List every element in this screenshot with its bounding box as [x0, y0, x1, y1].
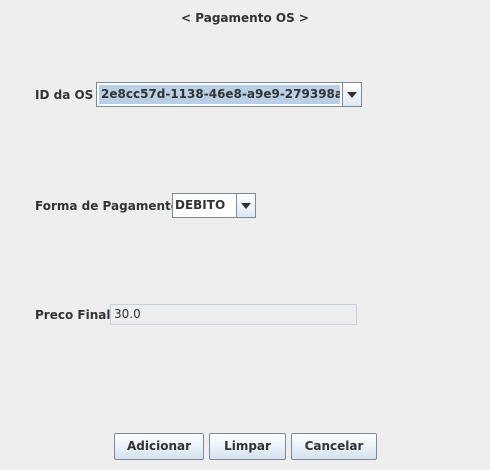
preco-final-label: Preco Final: [35, 308, 111, 322]
forma-pagamento-combobox[interactable]: DEBITO: [172, 193, 256, 218]
id-os-dropdown-button[interactable]: [342, 83, 361, 106]
id-os-combobox[interactable]: 2e8cc57d-1138-46e8-a9e9-279398afe5e3: [96, 82, 362, 107]
forma-pagamento-value: DEBITO: [175, 198, 226, 212]
preco-final-field[interactable]: 30.0: [110, 304, 357, 325]
adicionar-button[interactable]: Adicionar: [114, 433, 204, 460]
id-os-value: 2e8cc57d-1138-46e8-a9e9-279398afe5e3: [99, 85, 340, 104]
chevron-down-icon: [241, 202, 251, 209]
forma-pagamento-dropdown-button[interactable]: [236, 194, 255, 217]
chevron-down-icon: [347, 91, 357, 98]
page-title: < Pagamento OS >: [181, 11, 309, 25]
limpar-button[interactable]: Limpar: [209, 433, 286, 460]
id-os-label: ID da OS: [35, 88, 94, 102]
cancelar-button[interactable]: Cancelar: [291, 433, 377, 460]
forma-pagamento-label: Forma de Pagamento: [35, 199, 179, 213]
